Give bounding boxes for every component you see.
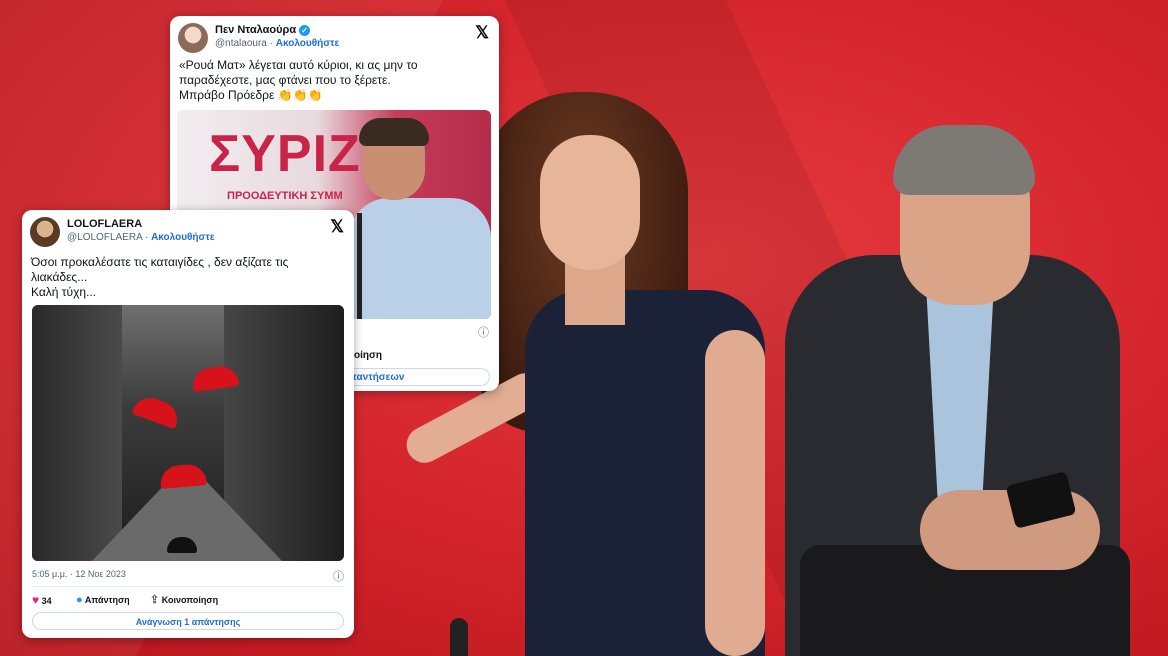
reply-bubble-icon: ● [76,594,83,606]
syriza-logo: ΣΥΡΙΖ [209,125,361,183]
red-umbrella [131,392,183,430]
verified-badge-icon: ✓ [299,24,311,36]
x-logo-icon[interactable]: 𝕏 [475,23,489,43]
microphone [450,618,468,656]
x-logo-icon[interactable]: 𝕏 [330,217,344,237]
man-hair [893,125,1035,195]
like-button[interactable]: ♥ 34 [32,592,52,609]
reply-button[interactable]: ● Απάντηση [76,592,130,608]
tweet-text-line: «Ρουά Ματ» λέγεται αυτό κύριοι, κι ας μη… [179,58,418,72]
politician-shirt [349,198,491,319]
share-label: Κοινοποίηση [161,595,219,605]
reply-label: Απάντηση [84,595,130,605]
woman-face [540,135,640,270]
tweet-timestamp[interactable]: 5:05 μ.μ. · 12 Νοε 2023 [32,569,126,579]
tweet-actions: ♥ 34 ● Απάντηση ⇪ Κοινοποίηση [32,592,344,608]
tweet-header: Πεν Νταλαούρα ✓ @ntalaoura · Ακολουθήστε … [178,23,491,57]
user-name[interactable]: LOLOFLAERA [67,218,142,230]
tweet-photo[interactable] [32,305,344,561]
politician-microphone [357,213,362,319]
separator: · [266,38,276,49]
info-icon[interactable]: ⓘ [478,324,489,340]
user-handle: @ntalaoura · Ακολουθήστε [215,38,339,49]
tweet-text: «Ρουά Ματ» λέγεται αυτό κύριοι, κι ας μη… [179,58,489,103]
tweet-text-line: παραδέχεστε, μας φτάνει που το ξέρετε. [179,73,391,87]
divider [32,586,344,587]
red-umbrella [159,463,207,489]
share-icon: ⇪ [150,594,160,606]
follow-link[interactable]: Ακολουθήστε [151,232,215,243]
user-name[interactable]: Πεν Νταλαούρα ✓ [215,24,311,36]
handle-text[interactable]: @ntalaoura [215,38,267,49]
tweet-card-loloflaera[interactable]: LOLOFLAERA @LOLOFLAERA · Ακολουθήστε 𝕏 Ό… [22,210,354,638]
tweet-text-line: Καλή τύχη... [31,285,97,299]
follow-link[interactable]: Ακολουθήστε [276,38,340,49]
user-handle: @LOLOFLAERA · Ακολουθήστε [67,232,215,243]
like-count: 34 [41,596,52,606]
read-replies-button[interactable]: απαντήσεων [330,368,490,386]
heart-icon: ♥ [32,593,40,607]
tweet-header: LOLOFLAERA @LOLOFLAERA · Ακολουθήστε 𝕏 [30,217,346,251]
handle-text[interactable]: @LOLOFLAERA [67,232,142,243]
tweet-text: Όσοι προκαλέσατε τις καταιγίδες , δεν αξ… [31,255,344,300]
stone-wall-left [32,305,122,561]
politician-hair [359,118,429,146]
avatar[interactable] [178,23,208,53]
tweet-text-line: Μπράβο Πρόεδρε 👏👏👏 [179,88,323,102]
share-button[interactable]: ⇪ Κοινοποίηση [150,592,218,608]
tweet-text-line: λιακάδες... [31,270,88,284]
syriza-subtitle: ΠΡΟΟΔΕΥΤΙΚΗ ΣΥΜΜ [227,190,343,202]
woman-arm-right [705,330,765,656]
user-name-text[interactable]: LOLOFLAERA [67,218,142,230]
photo-politician [349,118,491,319]
tweet-text-line: Όσοι προκαλέσατε τις καταιγίδες , δεν αξ… [31,255,289,269]
user-name-text[interactable]: Πεν Νταλαούρα [215,24,296,36]
read-replies-button[interactable]: Ανάγνωση 1 απάντησης [32,612,344,630]
info-icon[interactable]: ⓘ [333,568,344,584]
separator: · [142,232,152,243]
avatar[interactable] [30,217,60,247]
